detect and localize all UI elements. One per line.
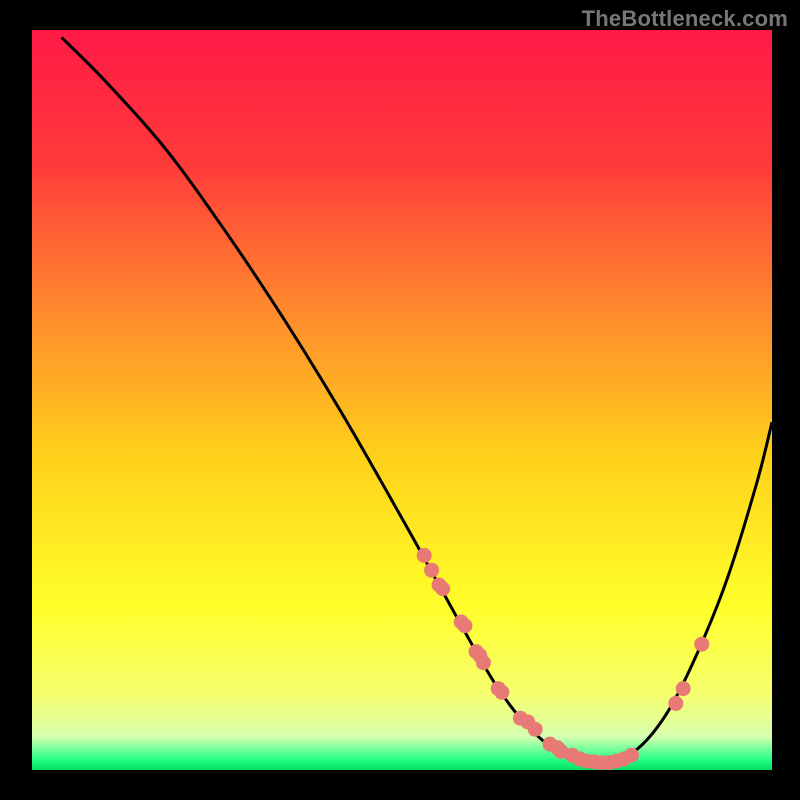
- data-point: [624, 748, 639, 763]
- data-point: [476, 655, 491, 670]
- data-point: [424, 563, 439, 578]
- plot-background: [32, 30, 772, 770]
- data-point: [457, 618, 472, 633]
- data-point: [435, 581, 450, 596]
- data-point: [676, 681, 691, 696]
- data-point: [528, 722, 543, 737]
- data-point: [494, 685, 509, 700]
- bottleneck-chart: [0, 0, 800, 800]
- chart-frame: TheBottleneck.com: [0, 0, 800, 800]
- data-point: [668, 696, 683, 711]
- data-point: [694, 637, 709, 652]
- data-point: [417, 548, 432, 563]
